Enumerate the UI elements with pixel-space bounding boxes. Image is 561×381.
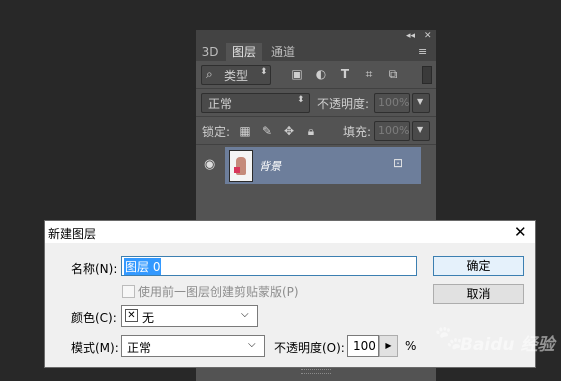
shape-filter-icon[interactable]: ⌗ [362,66,376,82]
opacity-dropdown-button[interactable]: ▼ [412,93,430,113]
visibility-toggle[interactable]: ◉ [196,147,224,184]
opacity-unit: % [405,339,417,353]
divider [196,88,436,89]
adjustment-filter-icon[interactable]: ◐ [314,66,328,82]
chevron-down-icon: ⌵ [248,339,256,350]
opacity-field[interactable]: 100% [374,93,410,113]
chevron-down-icon: ▼ [417,97,424,106]
layer-row-background[interactable]: 背景 ⊡ [225,147,421,184]
lock-icon: ⊡ [393,156,404,170]
lock-label: 锁定: [202,125,231,139]
opacity-label: 不透明度: [317,97,370,111]
pixel-filter-icon[interactable]: ▣ [290,66,304,82]
watermark-text: Baidu 经验 [460,335,555,355]
tab-channels[interactable]: 通道 [266,43,300,61]
layer-thumbnail [229,150,253,182]
lock-position-icon[interactable]: ✥ [282,123,296,139]
blend-mode-select[interactable]: 正常 ⬍ [201,93,310,113]
fill-dropdown-button[interactable]: ▼ [412,121,430,141]
name-label: 名称(N): [71,262,118,276]
spinner-icon: ⬍ [297,95,305,105]
clip-mask-label: 使用前一图层创建剪贴蒙版(P) [138,285,299,299]
search-icon: ⌕ [206,67,213,81]
close-icon[interactable]: ✕ [424,30,432,43]
blend-mode-select[interactable]: 正常 ⌵ [121,335,265,357]
panel-titlebar: ◂◂ ✕ [196,30,436,43]
filter-type-select[interactable]: ⌕ 类型 ⬍ [201,65,271,85]
filter-toggle-switch[interactable] [422,66,432,84]
baidu-jingyan-watermark: 🐾︎ Baidu 经验 [428,320,556,368]
close-icon[interactable]: ✕ [514,223,527,241]
smart-object-filter-icon[interactable]: ⧉ [386,66,400,82]
cancel-button[interactable]: 取消 [433,284,524,304]
dialog-titlebar: 新建图层 ✕ [45,221,535,243]
color-select[interactable]: ✕ 无 ⌵ [121,305,258,327]
fill-field[interactable]: 100% [374,121,410,141]
resize-grip[interactable] [301,369,331,374]
blend-mode-value: 正常 [208,97,233,111]
panel-menu-icon[interactable]: ≡ [418,45,427,58]
lock-all-icon[interactable]: 🔒︎ [304,123,318,139]
layer-name-value: 图层 0 [124,258,162,275]
chevron-down-icon: ⌵ [241,309,249,320]
panel-tabs: 3D 图层 通道 ≡ [196,43,436,61]
filter-type-label: 类型 [224,69,249,83]
fill-label: 填充: [343,125,372,139]
type-filter-icon[interactable]: T [338,66,352,82]
no-color-swatch-icon: ✕ [125,309,138,322]
layer-name-input[interactable]: 图层 0 [121,256,417,276]
color-value: 无 [142,311,155,325]
opacity-label: 不透明度(O): [274,341,345,355]
caret-right-icon: ▶ [385,341,392,350]
divider [196,144,436,145]
spinner-icon: ⬍ [260,67,268,77]
lock-image-pixels-icon[interactable]: ✎ [260,123,274,139]
collapse-icon[interactable]: ◂◂ [406,30,415,43]
ok-button[interactable]: 确定 [433,256,524,276]
clip-mask-checkbox[interactable] [122,285,135,298]
divider [196,116,436,117]
color-label: 颜色(C): [71,311,117,325]
mode-label: 模式(M): [71,341,119,355]
eye-icon: ◉ [204,157,216,172]
opacity-slider-button[interactable]: ▶ [379,335,398,357]
mode-value: 正常 [127,341,152,355]
tab-3d[interactable]: 3D [198,43,222,61]
lock-transparent-pixels-icon[interactable]: ▦ [238,123,252,139]
chevron-down-icon: ▼ [417,125,424,134]
dialog-title: 新建图层 [48,227,97,241]
tab-layers[interactable]: 图层 [226,43,262,61]
opacity-input[interactable]: 100 [347,335,379,357]
layer-name: 背景 [259,160,281,173]
